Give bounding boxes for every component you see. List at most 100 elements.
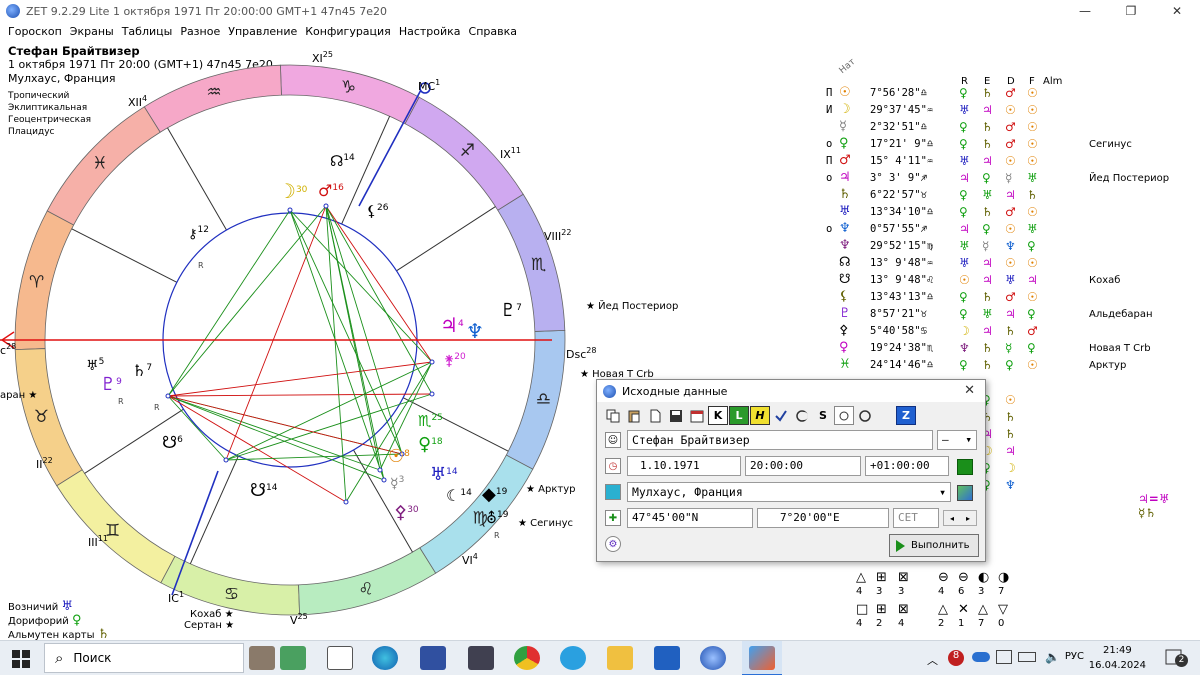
table-row[interactable]: ♄ 6°22'57"♉ ♀ ♅ ♃ ♄ [822, 187, 1052, 205]
table-row[interactable]: о ♃ 3° 3' 9"♐ ♃ ♀ ☿ ♅ [822, 170, 1052, 188]
person-icon[interactable]: ☺ [605, 432, 621, 448]
paste-icon[interactable] [624, 406, 644, 425]
battery-icon[interactable] [1018, 652, 1036, 662]
menu-help[interactable]: Справка [465, 25, 521, 38]
natal-chart-wheel[interactable]: ♈♉♊♋ ♌♍♎♏♐♑♒♓ XI25MC1IX11VIII22Dsc28VI4V2… [0, 40, 600, 640]
table-row[interactable]: о ♆ 0°57'55"♐ ♃ ♀ ☉ ♅ [822, 221, 1052, 239]
run-button[interactable]: Выполнить [889, 534, 979, 557]
planet-glyph-icon[interactable]: ⚷12 [188, 225, 209, 242]
latitude-input[interactable]: 47°45'00"N [627, 508, 753, 528]
name-input[interactable]: Стефан Брайтвизер [627, 430, 933, 450]
longitude-input[interactable]: 7°20'00"E [757, 508, 889, 528]
timezone-offset-input[interactable]: +01:00:00 [865, 456, 949, 476]
dst-toggle[interactable] [957, 459, 973, 475]
chevron-right-icon[interactable]: ▸ [966, 514, 970, 523]
table-row[interactable]: ☊ 13° 9'48"♒ ♅ ♃ ☉ ☉ [822, 255, 1052, 273]
menu-screens[interactable]: Экраны [66, 25, 118, 38]
table-row[interactable]: ☋ 13° 9'48"♌ ☉ ♃ ♅ ♃ [822, 272, 1052, 290]
new-file-icon[interactable] [645, 406, 665, 425]
planet-glyph-icon[interactable]: ♇7 [500, 300, 522, 321]
planet-glyph-icon[interactable]: ☋6 [162, 433, 183, 453]
map-icon[interactable] [605, 484, 621, 500]
notification-center[interactable]: 2 [1164, 648, 1188, 668]
zet-taskbar-icon[interactable] [700, 646, 726, 670]
planet-glyph-icon[interactable]: ☾14 [446, 486, 472, 505]
tray-chevron-up-icon[interactable]: ︿ [927, 652, 938, 668]
system-clock[interactable]: 21:49 16.04.2024 [1089, 643, 1146, 673]
planet-glyph-icon[interactable]: ♇9 [100, 374, 122, 395]
chevron-left-icon[interactable]: ◂ [950, 514, 954, 523]
planet-glyph-icon[interactable]: ⛢19 [486, 509, 509, 527]
edge-browser-icon[interactable] [372, 646, 398, 670]
table-row[interactable]: ♇ 8°57'21"♉ ♀ ♅ ♃ ♀ [822, 306, 1052, 324]
planet-glyph-icon[interactable]: ♂16 [318, 181, 344, 200]
windows-start-icon[interactable] [12, 650, 30, 668]
onedrive-icon[interactable] [972, 652, 990, 662]
coordinates-icon[interactable]: ✚ [605, 510, 621, 526]
menu-tables[interactable]: Таблицы [118, 25, 177, 38]
world-map-icon[interactable] [957, 485, 973, 501]
planet-glyph-icon[interactable]: ⚵20 [444, 352, 466, 369]
mode-l-button[interactable]: L [729, 406, 749, 425]
app-icon-bag[interactable] [249, 646, 275, 670]
place-input[interactable]: Мулхаус, Франция ▾ [627, 482, 951, 502]
planet-glyph-icon[interactable]: ⚸26 [366, 202, 389, 220]
planet-glyph-icon[interactable]: ♄7 [132, 361, 152, 380]
language-indicator[interactable]: РУС [1065, 651, 1084, 662]
save-icon[interactable] [666, 406, 686, 425]
calendar-icon[interactable] [687, 406, 707, 425]
circle-dot-icon[interactable] [834, 406, 854, 425]
app-icon-network[interactable] [420, 646, 446, 670]
table-row[interactable]: ⚴ 5°40'58"♋ ☽ ♃ ♄ ♂ [822, 323, 1052, 341]
planet-glyph-icon[interactable]: ☊14 [330, 152, 355, 170]
mode-h-button[interactable]: H [750, 406, 770, 425]
dialog-close-button[interactable]: ✕ [964, 383, 975, 398]
planet-glyph-icon[interactable]: ♏25 [418, 412, 443, 430]
planet-glyph-icon[interactable]: ♅14 [430, 464, 458, 485]
table-row[interactable]: П ♂ 15° 4'11"♒ ♅ ♃ ☉ ☉ [822, 153, 1052, 171]
table-row[interactable]: П ☉ 7°56'28"♎ ♀ ♄ ♂ ☉ [822, 85, 1052, 103]
s-symbol-icon[interactable]: S [813, 406, 833, 425]
file-explorer-icon[interactable] [607, 646, 633, 670]
photos-app-icon[interactable] [742, 641, 782, 675]
zone-name-input[interactable]: CET [893, 508, 939, 528]
menu-horoscope[interactable]: Гороскоп [4, 25, 66, 38]
table-row[interactable]: ♅ 13°34'10"♎ ♀ ♄ ♂ ☉ [822, 204, 1052, 222]
minimize-button[interactable]: — [1062, 0, 1108, 22]
table-row[interactable]: ☿ 2°32'51"♎ ♀ ♄ ♂ ☉ [822, 119, 1052, 137]
table-row[interactable]: о ♀ 17°21' 9"♎ ♀ ♄ ♂ ☉ [822, 136, 1052, 154]
table-row[interactable]: ♀ 19°24'38"♏ ♆ ♄ ☿ ♀ [822, 340, 1052, 358]
planet-glyph-icon[interactable]: ♆ [466, 319, 484, 343]
menu-misc[interactable]: Разное [176, 25, 224, 38]
settings-wheel-icon[interactable]: ⚙ [605, 536, 621, 552]
app-icon-maps[interactable] [280, 646, 306, 670]
mode-z-button[interactable]: Z [896, 406, 916, 425]
table-row[interactable]: И ☽ 29°37'45"♒ ♅ ♃ ☉ ☉ [822, 102, 1052, 120]
word-icon[interactable] [654, 646, 680, 670]
menu-control[interactable]: Управление [224, 25, 301, 38]
close-button[interactable]: ✕ [1154, 0, 1200, 22]
moon-phase-icon[interactable] [792, 406, 812, 425]
planet-glyph-icon[interactable]: ☋14 [250, 480, 278, 501]
planet-glyph-icon[interactable]: ⚴30 [394, 502, 419, 523]
menu-configuration[interactable]: Конфигурация [301, 25, 395, 38]
copy-icon[interactable] [603, 406, 623, 425]
planet-glyph-icon[interactable]: ♃4 [440, 313, 464, 337]
maximize-button[interactable]: ❐ [1108, 0, 1154, 22]
taskbar-search[interactable]: ⌕ Поиск [44, 643, 244, 673]
chrome-browser-icon[interactable] [514, 646, 540, 670]
planet-glyph-icon[interactable]: ☉8 [388, 446, 410, 467]
table-row[interactable]: ♆ 29°52'15"♍ ♅ ☿ ♆ ♀ [822, 238, 1052, 256]
clock-icon[interactable]: ◷ [605, 458, 621, 474]
zone-stepper[interactable]: ◂ ▸ [943, 510, 977, 526]
planet-glyph-icon[interactable]: ♅5 [86, 357, 104, 374]
telegram-icon[interactable] [560, 646, 586, 670]
tray-app-icon[interactable]: 8 [948, 650, 964, 666]
mode-k-button[interactable]: K [708, 406, 728, 425]
volume-icon[interactable]: 🔈 [1045, 650, 1060, 664]
table-row[interactable]: ⚸ 13°43'13"♎ ♀ ♄ ♂ ☉ [822, 289, 1052, 307]
menu-settings[interactable]: Настройка [395, 25, 465, 38]
circle-icon[interactable] [855, 406, 875, 425]
app-icon-store[interactable] [468, 646, 494, 670]
check-icon[interactable] [771, 406, 791, 425]
